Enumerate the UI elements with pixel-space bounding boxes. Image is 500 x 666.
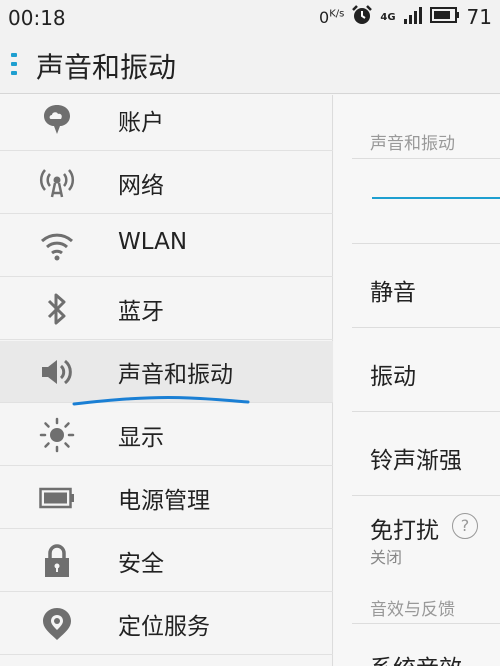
divider xyxy=(352,411,500,412)
signal-icon xyxy=(403,5,423,29)
do-not-disturb-setting[interactable]: 免打扰 xyxy=(370,511,439,545)
sidebar-item-sound[interactable]: 声音和振动 xyxy=(0,341,333,406)
battery-status-icon xyxy=(429,6,460,28)
ringtone-crescendo-setting[interactable]: 铃声渐强 xyxy=(370,441,462,475)
mute-setting[interactable]: 静音 xyxy=(370,273,416,307)
help-icon[interactable]: ? xyxy=(452,513,478,539)
lock-icon xyxy=(38,543,76,579)
sidebar-item-label: 电源管理 xyxy=(118,488,210,514)
divider xyxy=(352,243,500,244)
sidebar-item-network[interactable]: 网络 xyxy=(0,152,333,214)
sidebar-item-location[interactable]: 定位服务 xyxy=(0,593,333,655)
sidebar-item-bluetooth[interactable]: 蓝牙 xyxy=(0,278,333,340)
sidebar-item-label: 显示 xyxy=(118,425,164,451)
title-bar: 声音和振动 xyxy=(0,34,500,94)
volume-slider-track xyxy=(372,197,500,199)
do-not-disturb-status: 关闭 xyxy=(370,548,403,567)
sidebar-item-label: 安全 xyxy=(118,551,164,577)
bluetooth-icon xyxy=(38,291,76,327)
sidebar-item-power[interactable]: 电源管理 xyxy=(0,467,333,529)
battery-level: 71 xyxy=(466,5,492,29)
sidebar-item-label: 定位服务 xyxy=(118,614,210,640)
sidebar-item-label: 账户 xyxy=(118,110,164,136)
wifi-icon xyxy=(38,228,76,264)
section-header-effects: 音效与反馈 xyxy=(370,600,455,620)
cloud-account-icon xyxy=(38,102,76,138)
menu-icon[interactable] xyxy=(10,52,20,76)
sidebar-item-label: 声音和振动 xyxy=(118,362,233,388)
sidebar-item-wlan[interactable]: WLAN xyxy=(0,215,333,277)
divider xyxy=(352,623,500,624)
divider xyxy=(352,495,500,496)
sidebar-item-label: WLAN xyxy=(118,229,188,255)
system-sound-setting[interactable]: 系统音效 xyxy=(370,649,462,666)
status-bar: 00:18 0K/s 4G 71 xyxy=(0,0,500,34)
sidebar-item-display[interactable]: 显示 xyxy=(0,404,333,466)
volume-slider[interactable] xyxy=(372,191,500,205)
divider xyxy=(352,327,500,328)
vibrate-setting[interactable]: 振动 xyxy=(370,357,416,391)
sidebar-item-label: 蓝牙 xyxy=(118,299,164,325)
battery-icon xyxy=(38,480,76,516)
section-header-sound: 声音和振动 xyxy=(370,134,455,154)
status-indicators: 0K/s 4G 71 xyxy=(319,5,492,29)
antenna-icon xyxy=(38,165,76,201)
sidebar-item-security[interactable]: 安全 xyxy=(0,530,333,592)
sidebar-item-label: 网络 xyxy=(118,173,164,199)
location-pin-icon xyxy=(38,606,76,642)
settings-sidebar: 账户 网络 WLAN 蓝牙 声音和振动 显示 电源管理 安全 定位服务 xyxy=(0,95,333,666)
status-time: 00:18 xyxy=(8,6,66,30)
divider xyxy=(352,158,500,159)
page-title: 声音和振动 xyxy=(36,51,177,84)
brightness-icon xyxy=(38,417,76,453)
sound-detail-panel: 声音和振动 静音 振动 铃声渐强 免打扰 ? 关闭 音效与反馈 系统音效 xyxy=(334,95,500,666)
network-speed: 0K/s xyxy=(319,7,345,27)
speaker-icon xyxy=(38,354,76,390)
sidebar-item-account[interactable]: 账户 xyxy=(0,89,333,151)
alarm-icon xyxy=(351,4,373,30)
network-type: 4G xyxy=(380,11,396,23)
